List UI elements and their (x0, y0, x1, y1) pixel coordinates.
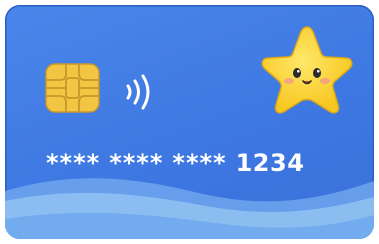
card-number-group: **** (172, 149, 227, 177)
credit-card: **** **** **** 1234 (5, 5, 374, 239)
card-number-group: **** (46, 149, 101, 177)
card-stage: **** **** **** 1234 (0, 0, 379, 244)
card-number: **** **** **** 1234 (46, 149, 304, 177)
card-number-last-four: 1234 (235, 149, 305, 177)
card-number-group: **** (109, 149, 164, 177)
